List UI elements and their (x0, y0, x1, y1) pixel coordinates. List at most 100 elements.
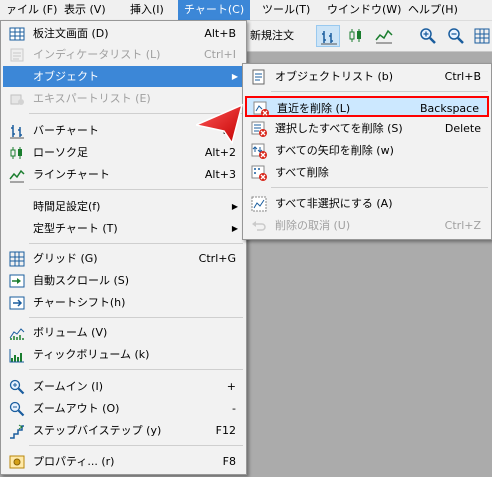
zoom-out-toolbar-button[interactable] (444, 25, 468, 47)
menu-separator (29, 189, 243, 190)
line-chart-icon (9, 167, 25, 183)
menu-item-candle[interactable]: ローソク足 Alt+2 (3, 142, 244, 163)
menu-item-zoom-out[interactable]: ズームアウト (O) - (3, 398, 244, 419)
menu-item-shortcut: + (226, 380, 236, 393)
expert-icon (9, 91, 25, 107)
line-chart-toolbar-button[interactable] (372, 25, 396, 47)
menu-bar: ァイル (F) 表示 (V) 挿入(I) チャート(C) ツール(T) ウインドウ(W) ヘ… (0, 0, 492, 21)
menu-separator (271, 91, 488, 92)
menu-item-objects[interactable]: オブジェクト ▶ (3, 66, 244, 87)
volume-icon (9, 325, 25, 341)
menu-item-delete-arrows[interactable]: すべての矢印を削除 (w) (245, 140, 489, 161)
line-chart-icon (375, 29, 393, 44)
menu-item-tick-volume[interactable]: ティックボリューム (k) (3, 344, 244, 365)
menu-item-order-screen[interactable]: 板注文画面 (D) Alt+B (3, 23, 244, 44)
menu-item-label: すべて削除 (275, 166, 329, 179)
menubar-item-5[interactable]: ウインドウ(W) (321, 0, 407, 20)
menu-item-label: プロパティ... (r) (33, 455, 115, 468)
menu-item-delete-last[interactable]: 直近を削除 (L) Backspace (245, 96, 489, 117)
menu-item-volume[interactable]: ボリューム (V) (3, 322, 244, 343)
deselect-icon (251, 196, 267, 212)
menu-item-shortcut: F12 (215, 424, 236, 437)
delete-last-icon (253, 101, 269, 117)
menu-item-label: ローソク足 (33, 146, 88, 159)
new-order-button[interactable]: 新規注文 (250, 25, 294, 47)
menu-separator (29, 317, 243, 318)
menu-item-shortcut: Ctrl+G (198, 252, 236, 265)
menu-item-label: ズームアウト (O) (33, 402, 120, 415)
menubar-item-2[interactable]: 挿入(I) (124, 0, 170, 20)
undo-icon (251, 218, 267, 234)
menu-item-label: ティックボリューム (k) (33, 348, 150, 361)
chart-shift-icon (9, 295, 25, 311)
object-list-icon (251, 69, 267, 85)
delete-all-icon (251, 165, 267, 181)
menu-item-delete-all[interactable]: すべて削除 (245, 162, 489, 183)
delete-selected-icon (251, 121, 267, 137)
menu-item-label: オブジェクトリスト (b) (275, 70, 394, 83)
zoom-in-icon (9, 379, 25, 395)
menu-separator (271, 187, 488, 188)
indicator-list-icon (9, 47, 25, 63)
menu-item-step[interactable]: ステップバイステップ (y) F12 (3, 420, 244, 441)
menu-item-label: 板注文画面 (D) (33, 27, 109, 40)
candlestick-icon (9, 145, 25, 161)
candlestick-icon (349, 29, 361, 42)
menu-item-shortcut: Alt+3 (204, 168, 236, 181)
delete-arrows-icon (251, 143, 267, 159)
menu-item-line-chart[interactable]: ラインチャート Alt+3 (3, 164, 244, 185)
menu-item-deselect-all[interactable]: すべて非選択にする (A) (245, 193, 489, 214)
grid-icon (9, 26, 25, 42)
menu-item-label: すべて非選択にする (A) (275, 197, 393, 210)
properties-icon (9, 454, 25, 470)
zoom-out-icon (448, 28, 464, 44)
menu-item-grid[interactable]: グリッド (G) Ctrl+G (3, 248, 244, 269)
menu-item-label: 直近を削除 (L) (277, 102, 351, 115)
menu-item-label: インディケータリスト (L) (33, 48, 161, 61)
menubar-item-3[interactable]: チャート(C) (178, 0, 251, 20)
menu-item-shortcut: Delete (444, 122, 481, 135)
menu-item-shortcut: Backspace (420, 102, 479, 115)
menubar-item-6[interactable]: ヘルプ(H) (402, 0, 464, 20)
menu-item-undo-delete: 削除の取消 (U) Ctrl+Z (245, 215, 489, 236)
grid-toolbar-button[interactable] (470, 25, 492, 47)
candle-toolbar-button[interactable] (344, 25, 368, 47)
step-icon (9, 423, 25, 439)
menu-item-timeframe[interactable]: 時間足設定(f) ▶ (3, 196, 244, 217)
menu-item-label: 選択したすべてを削除 (S) (275, 122, 403, 135)
menu-item-label: すべての矢印を削除 (w) (275, 144, 394, 157)
menu-item-label: グリッド (G) (33, 252, 98, 265)
autoscroll-icon (9, 273, 25, 289)
menubar-item-1[interactable]: 表示 (V) (58, 0, 112, 20)
menu-item-autoscroll[interactable]: 自動スクロール (S) (3, 270, 244, 291)
zoom-in-toolbar-button[interactable] (416, 25, 440, 47)
menu-item-template[interactable]: 定型チャート (T) ▶ (3, 218, 244, 239)
bar-chart-icon (321, 31, 337, 45)
bar-chart-toolbar-button[interactable] (316, 25, 340, 47)
zoom-in-icon (420, 28, 436, 44)
menu-item-chart-shift[interactable]: チャートシフト(h) (3, 292, 244, 313)
menu-item-label: 定型チャート (T) (33, 222, 118, 235)
menu-item-label: ボリューム (V) (33, 326, 108, 339)
menu-item-label: チャートシフト(h) (33, 296, 126, 309)
menu-item-delete-selected[interactable]: 選択したすべてを削除 (S) Delete (245, 118, 489, 139)
menu-item-shortcut: Alt+B (204, 27, 236, 40)
menu-item-shortcut: Ctrl+Z (444, 219, 481, 232)
menu-item-label: ラインチャート (33, 168, 110, 181)
menu-item-label: 削除の取消 (U) (275, 219, 351, 232)
menubar-item-0[interactable]: ァイル (F) (0, 0, 63, 20)
toolbar: 新規注文 (246, 21, 492, 52)
annotation-arrow-icon (196, 103, 244, 145)
menu-item-label: 自動スクロール (S) (33, 274, 130, 287)
menu-item-label: バーチャート (33, 124, 99, 137)
menu-separator (29, 445, 243, 446)
submenu-arrow-icon: ▶ (231, 224, 238, 233)
menubar-item-4[interactable]: ツール(T) (256, 0, 316, 20)
menu-item-properties[interactable]: プロパティ... (r) F8 (3, 451, 244, 472)
menu-item-indicator-list: インディケータリスト (L) Ctrl+I (3, 44, 244, 65)
menu-separator (29, 369, 243, 370)
menu-item-object-list[interactable]: オブジェクトリスト (b) Ctrl+B (245, 66, 489, 87)
tick-volume-icon (9, 347, 25, 363)
menu-item-zoom-in[interactable]: ズームイン (I) + (3, 376, 244, 397)
menu-separator (29, 243, 243, 244)
